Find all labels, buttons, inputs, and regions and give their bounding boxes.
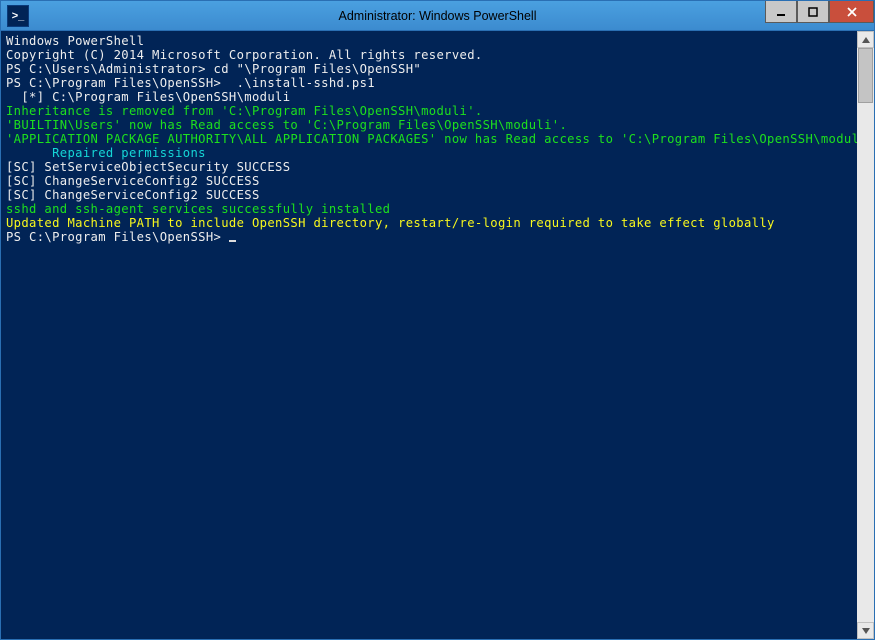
terminal-output[interactable]: Windows PowerShellCopyright (C) 2014 Mic… bbox=[1, 31, 857, 639]
titlebar[interactable]: >_ Administrator: Windows PowerShell bbox=[1, 1, 874, 31]
terminal-line: Inheritance is removed from 'C:\Program … bbox=[6, 104, 854, 118]
scroll-down-button[interactable] bbox=[857, 622, 874, 639]
cursor bbox=[229, 240, 236, 242]
scrollbar-track[interactable] bbox=[857, 48, 874, 622]
powershell-icon: >_ bbox=[7, 5, 29, 27]
terminal-line: [*] C:\Program Files\OpenSSH\moduli bbox=[6, 90, 854, 104]
terminal-line: Updated Machine PATH to include OpenSSH … bbox=[6, 216, 854, 230]
scrollbar-thumb[interactable] bbox=[858, 48, 873, 103]
close-button[interactable] bbox=[829, 1, 874, 23]
terminal-line: Windows PowerShell bbox=[6, 34, 854, 48]
terminal-line: sshd and ssh-agent services successfully… bbox=[6, 202, 854, 216]
prompt-text: PS C:\Program Files\OpenSSH> bbox=[6, 230, 229, 244]
terminal-line: Repaired permissions bbox=[6, 146, 854, 160]
terminal-area: Windows PowerShellCopyright (C) 2014 Mic… bbox=[1, 31, 874, 639]
terminal-line: Copyright (C) 2014 Microsoft Corporation… bbox=[6, 48, 854, 62]
terminal-line: [SC] ChangeServiceConfig2 SUCCESS bbox=[6, 188, 854, 202]
scroll-up-button[interactable] bbox=[857, 31, 874, 48]
icon-glyph: >_ bbox=[12, 10, 25, 22]
terminal-line: [SC] ChangeServiceConfig2 SUCCESS bbox=[6, 174, 854, 188]
terminal-line: 'BUILTIN\Users' now has Read access to '… bbox=[6, 118, 854, 132]
terminal-prompt[interactable]: PS C:\Program Files\OpenSSH> bbox=[6, 230, 854, 244]
minimize-button[interactable] bbox=[765, 1, 797, 23]
window-controls bbox=[765, 1, 874, 30]
maximize-button[interactable] bbox=[797, 1, 829, 23]
window-title: Administrator: Windows PowerShell bbox=[1, 9, 874, 23]
terminal-line: 'APPLICATION PACKAGE AUTHORITY\ALL APPLI… bbox=[6, 132, 854, 146]
terminal-line: PS C:\Users\Administrator> cd "\Program … bbox=[6, 62, 854, 76]
terminal-line: [SC] SetServiceObjectSecurity SUCCESS bbox=[6, 160, 854, 174]
powershell-window: >_ Administrator: Windows PowerShell Win… bbox=[0, 0, 875, 640]
terminal-line: PS C:\Program Files\OpenSSH> .\install-s… bbox=[6, 76, 854, 90]
vertical-scrollbar[interactable] bbox=[857, 31, 874, 639]
